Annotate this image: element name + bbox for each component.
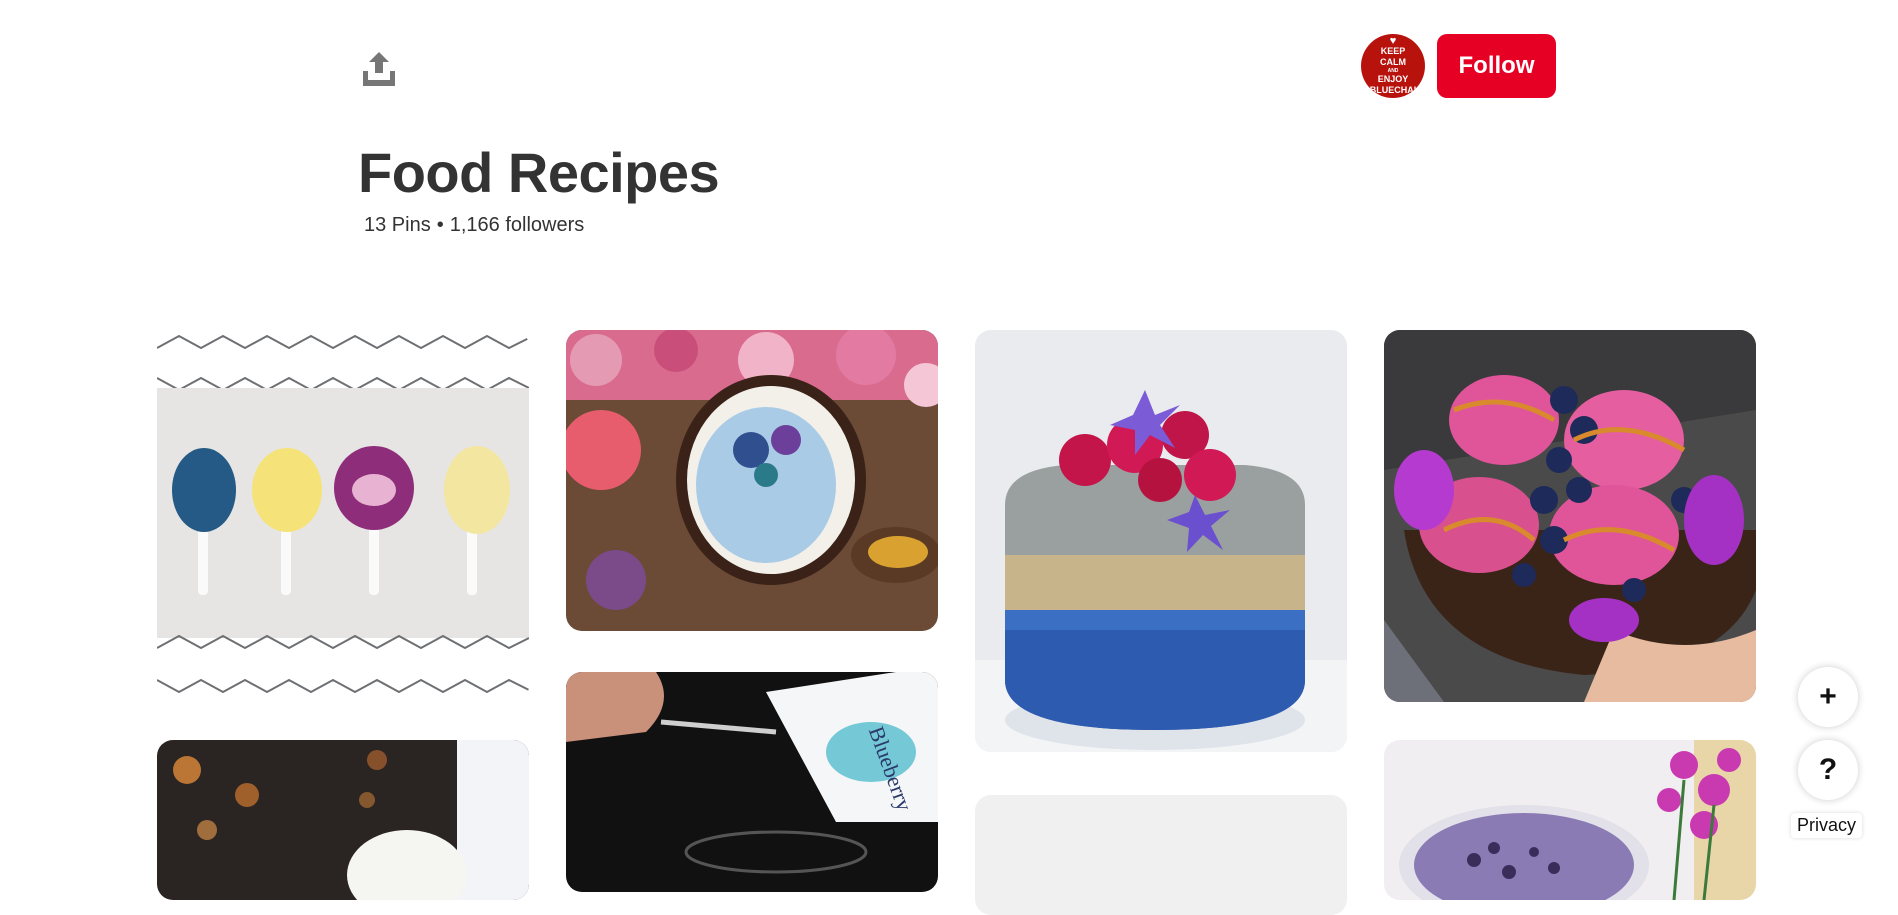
plus-icon: + (1819, 680, 1837, 713)
separator-dot: • (436, 214, 444, 236)
follow-button[interactable]: Follow (1437, 34, 1556, 98)
pin-image (157, 330, 529, 702)
avatar-text-line: ENJOY (1377, 74, 1409, 84)
pin-card[interactable] (157, 330, 529, 702)
avatar[interactable]: ♥ KEEP CALM AND ENJOY BLUECHAI (1361, 34, 1425, 98)
pin-image (1384, 740, 1756, 900)
pin-card[interactable] (1384, 740, 1756, 900)
pin-card[interactable] (566, 330, 938, 631)
pin-image (1384, 330, 1756, 702)
avatar-text-line: KEEP (1380, 46, 1406, 56)
question-icon: ? (1818, 753, 1838, 786)
pin-image (157, 740, 529, 900)
add-button[interactable]: + (1798, 667, 1858, 727)
pin-image (566, 330, 938, 631)
heart-icon: ♥ (1389, 35, 1397, 47)
follower-count[interactable]: 1,166 followers (450, 214, 585, 236)
pin-card[interactable] (975, 330, 1347, 752)
share-button[interactable] (354, 44, 404, 94)
board-title: Food Recipes (358, 141, 720, 204)
pin-card-placeholder[interactable] (975, 795, 1347, 915)
pin-count: 13 Pins (364, 214, 431, 236)
pin-image: Blueberry (566, 672, 938, 892)
avatar-text-line: CALM (1380, 57, 1406, 67)
pin-card[interactable] (1384, 330, 1756, 702)
pin-image (975, 330, 1347, 752)
board-stats: 13 Pins • 1,166 followers (364, 214, 584, 237)
privacy-link[interactable]: Privacy (1791, 813, 1863, 838)
pin-card[interactable] (157, 740, 529, 900)
pin-card[interactable]: Blueberry (566, 672, 938, 892)
help-button[interactable]: ? (1798, 740, 1858, 800)
share-upload-icon (363, 52, 395, 86)
avatar-text-line: BLUECHAI (1369, 85, 1417, 95)
